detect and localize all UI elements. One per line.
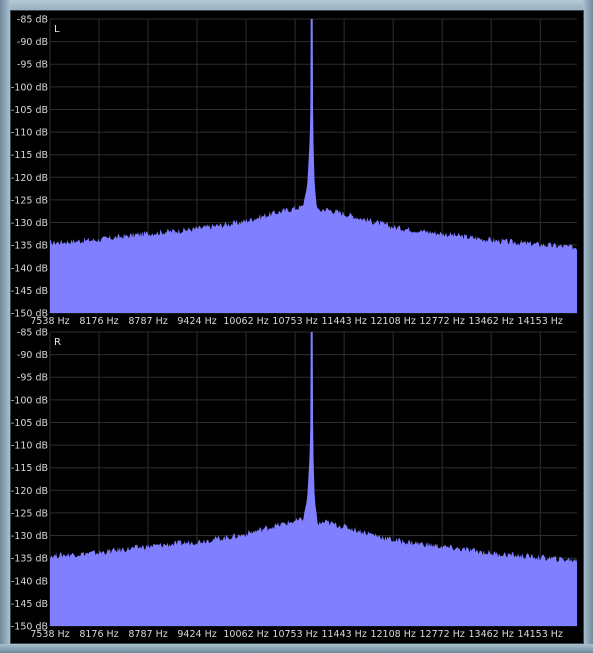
y-tick-label: -135 dB — [11, 241, 48, 252]
y-tick-label: -105 dB — [11, 418, 48, 429]
y-tick-label: -90 dB — [17, 37, 48, 48]
y-tick-label: -145 dB — [11, 286, 48, 297]
y-tick-label: -135 dB — [11, 554, 48, 565]
y-tick-label: -110 dB — [11, 441, 48, 452]
y-tick-label: -85 dB — [17, 328, 48, 339]
y-tick-label: -120 dB — [11, 486, 48, 497]
x-tick-label: 8176 Hz — [79, 629, 118, 640]
y-tick-label: -115 dB — [11, 463, 48, 474]
y-tick-label: -100 dB — [11, 82, 48, 93]
window-frame-bottom — [0, 644, 593, 653]
channel-panel-l: -85 dB -90 dB -95 dB -100 dB -105 dB -110 dB -… — [11, 15, 577, 327]
channel-label: L — [54, 24, 60, 35]
x-tick-label: 10753 Hz — [272, 629, 317, 640]
x-tick-label: 12772 Hz — [419, 629, 464, 640]
y-tick-label: -110 dB — [11, 128, 48, 139]
x-tick-label: 14153 Hz — [518, 629, 563, 640]
y-tick-label: -90 dB — [17, 350, 48, 361]
x-tick-label: 8787 Hz — [128, 316, 167, 327]
spectrum-chart: -85 dB -90 dB -95 dB -100 dB -105 dB -110 dB -… — [11, 15, 577, 640]
y-tick-label: -105 dB — [11, 105, 48, 116]
y-tick-label: -120 dB — [11, 173, 48, 184]
x-tick-label: 8787 Hz — [128, 629, 167, 640]
y-tick-label: -145 dB — [11, 599, 48, 610]
x-tick-label: 14153 Hz — [518, 316, 563, 327]
x-tick-label: 11443 Hz — [321, 316, 366, 327]
x-tick-label: 10062 Hz — [223, 316, 268, 327]
x-tick-label: 12108 Hz — [370, 629, 415, 640]
x-tick-label: 12772 Hz — [419, 316, 464, 327]
channel-label: R — [54, 337, 61, 348]
window-frame-right — [583, 0, 593, 653]
y-tick-label: -130 dB — [11, 218, 48, 229]
x-tick-label: 12108 Hz — [370, 316, 415, 327]
window-frame-top — [0, 0, 593, 10]
x-tick-label: 9424 Hz — [177, 316, 216, 327]
x-tick-label: 10062 Hz — [223, 629, 268, 640]
y-tick-label: -95 dB — [17, 60, 48, 71]
y-tick-label: -95 dB — [17, 373, 48, 384]
window-frame-left — [0, 0, 10, 653]
y-tick-label: -115 dB — [11, 150, 48, 161]
x-tick-label: 7538 Hz — [30, 629, 69, 640]
y-tick-label: -140 dB — [11, 263, 48, 274]
x-tick-label: 7538 Hz — [30, 316, 69, 327]
y-tick-label: -100 dB — [11, 395, 48, 406]
x-tick-label: 13462 Hz — [469, 316, 514, 327]
x-tick-label: 11443 Hz — [321, 629, 366, 640]
spectrum-plot-area: -85 dB -90 dB -95 dB -100 dB -105 dB -110 dB -… — [10, 10, 584, 644]
channel-panel-r: -85 dB -90 dB -95 dB -100 dB -105 dB -110 dB -… — [11, 328, 577, 640]
x-tick-label: 10753 Hz — [272, 316, 317, 327]
y-tick-label: -125 dB — [11, 508, 48, 519]
peak-spike — [308, 332, 315, 522]
y-tick-label: -85 dB — [17, 15, 48, 26]
y-tick-label: -140 dB — [11, 576, 48, 587]
spectrum-window: -85 dB -90 dB -95 dB -100 dB -105 dB -110 dB -… — [0, 0, 593, 653]
x-tick-label: 9424 Hz — [177, 629, 216, 640]
peak-spike — [308, 19, 315, 209]
x-tick-label: 8176 Hz — [79, 316, 118, 327]
y-tick-label: -130 dB — [11, 531, 48, 542]
x-tick-label: 13462 Hz — [469, 629, 514, 640]
y-tick-label: -125 dB — [11, 195, 48, 206]
